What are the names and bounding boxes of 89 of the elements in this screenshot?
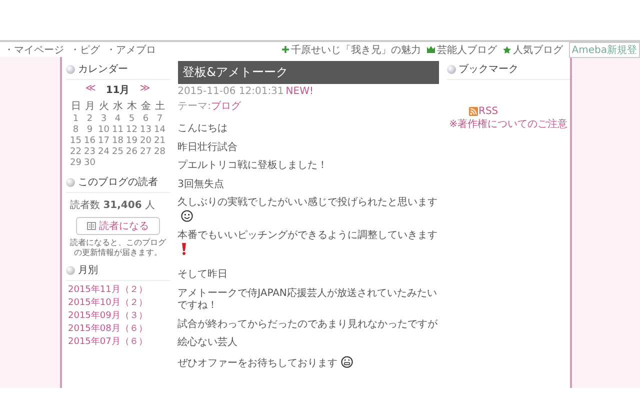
archive-link[interactable]: 2015年11月（２） [66,284,170,298]
archive-link[interactable]: 2015年09月（３） [66,310,170,324]
entry-text: 絵心ない芸人 [178,337,238,348]
calendar-day: 26 [124,147,139,157]
calendar-day: 17 [96,136,111,146]
weekday-label: 土 [154,100,166,113]
theme-link[interactable]: ブログ [210,101,241,112]
calendar-day: 6 [138,114,153,124]
book-icon [86,222,96,230]
entry-text: 本番でもいいピッチングができるように調整していきます [178,230,438,241]
weekday-label: 火 [98,100,110,113]
calendar-day: 10 [96,125,111,135]
nav-link[interactable]: ・アメブロ [106,42,156,56]
calendar-day: 3 [96,114,111,124]
calendar-day: 8 [68,125,83,135]
bullet-icon [66,266,75,275]
calendar-day: 7 [152,114,167,124]
widget-title: ブックマーク [458,62,519,76]
weekday-label: 水 [112,100,124,113]
calendar-month: 11月 [106,84,130,97]
copyright-link[interactable]: ※著作権についてのご注意 [449,117,568,131]
widget-title: 月別 [78,264,98,278]
reader-note: 読者になると、このブログの更新情報が届きます。 [68,238,167,258]
calendar-day: 12 [124,125,139,135]
entry-text: 昨日壮行試合 [178,142,238,152]
entry-text: ぜひオファーをお待ちしております [178,358,338,368]
weekday-label: 日 [70,100,82,113]
calendar-day: 1 [68,114,83,124]
calendar-day: 11 [110,125,125,135]
entry-date: 2015-11-06 12:01:31 [178,86,284,97]
star-icon [502,46,511,54]
calendar-day: 22 [68,147,83,157]
calendar-day: 20 [138,136,153,146]
archive-link[interactable]: 2015年07月（６） [66,336,170,350]
nav-link[interactable]: 千原せいじ「我き兄」の魅力 [282,42,421,56]
reader-count: 読者数 31,406 人 [69,198,156,213]
calendar-day: 16 [82,136,97,146]
calendar-day: 2 [82,114,97,124]
nav-link[interactable]: ・ピグ [70,42,100,56]
nav-link[interactable]: ・マイページ [4,42,64,56]
nav-link[interactable]: 芸能人ブログ [426,42,497,56]
weekday-label: 金 [140,100,152,113]
calendar-day: 13 [138,125,153,135]
entry-text: アメトーークで侍JAPAN応援芸人が放送されていたみたいですね！ [178,288,437,311]
calendar-day: 28 [152,147,167,157]
weekday-label: 月 [84,100,96,113]
exclamation-icon [180,242,187,254]
calendar-day: 5 [124,114,139,124]
widget-title: カレンダー [78,63,128,76]
entry-text: プエルトリコ戦に登板しました！ [178,160,328,171]
calendar-day: 19 [124,136,139,146]
calendar-day: 25 [110,147,125,157]
calendar-day: 9 [82,125,97,135]
entry-text: 試合が終わってからだったのであまり見れなかったですが [178,318,438,330]
calendar-day: 30 [82,158,97,168]
calendar-day: 23 [82,147,97,157]
entry-title: 登板&アメトーーク [178,61,439,84]
calendar-day: 4 [110,114,125,124]
calendar-day: 27 [138,147,153,157]
entry-text: 3回無失点 [178,178,224,190]
smiley-icon [180,210,193,222]
archive-link[interactable]: 2015年10月（２） [66,297,170,310]
become-reader-button[interactable]: 読者になる [76,217,160,235]
entry-text: そして昨日 [178,269,228,280]
nav-link[interactable]: 人気ブログ [502,42,563,56]
new-label: NEW! [286,86,314,97]
calendar-day: 14 [152,125,167,135]
rss-link[interactable]: RSS [468,106,498,117]
weekday-label: 木 [126,100,138,113]
bullet-icon [66,64,75,74]
plus-icon [282,46,289,53]
rss-icon [468,107,478,116]
calendar-day: 24 [96,147,111,157]
entry-text: 久しぶりの実戦でしたがいい感じで投げられたと思います [178,197,438,208]
signup-button[interactable]: Ameba新規登 [568,42,640,58]
bullet-icon [446,64,456,74]
calendar-day: 18 [110,136,125,146]
widget-title: このブログの読者 [78,176,158,189]
bullet-icon [66,178,75,186]
calendar-day: 21 [152,136,167,146]
archive-link[interactable]: 2015年08月（６） [66,323,170,336]
grinning-face-icon [340,356,353,368]
calendar-day: 15 [68,136,83,146]
prev-month-link[interactable]: ≪ [85,83,96,97]
theme-label: テーマ: [178,101,211,112]
calendar-day: 29 [68,158,83,168]
next-month-link[interactable]: ≫ [140,83,150,97]
crown-icon [426,46,435,53]
entry-text: こんにちは [178,123,228,134]
